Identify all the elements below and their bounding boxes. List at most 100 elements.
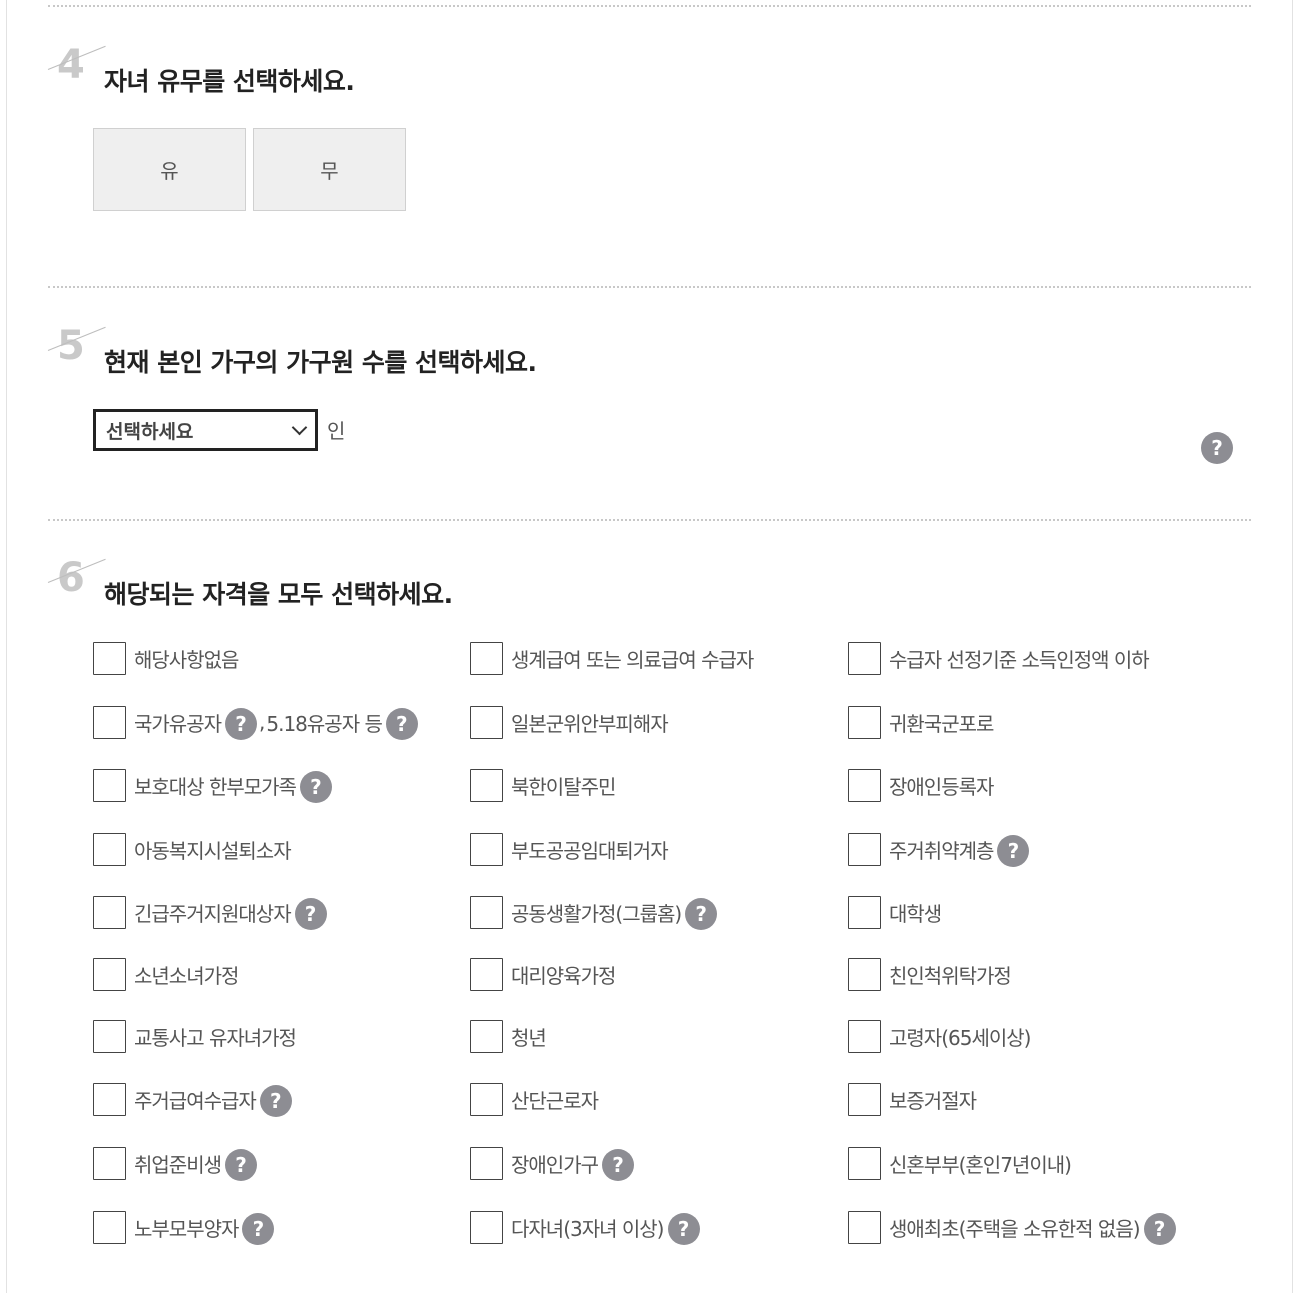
checkbox-label: 생애최초(주택을 소유한적 없음) xyxy=(889,1216,1141,1241)
qualification-none[interactable]: 해당사항없음 xyxy=(93,641,239,675)
checkbox[interactable] xyxy=(470,1146,503,1180)
help-icon[interactable]: ? xyxy=(242,1213,275,1245)
checkbox[interactable] xyxy=(470,1082,503,1116)
help-icon[interactable]: ? xyxy=(294,898,327,930)
qualification-multi-child[interactable]: 다자녀(3자녀 이상) ? xyxy=(470,1210,700,1245)
question-6-title: 해당되는 자격을 모두 선택하세요. xyxy=(104,580,453,609)
help-icon[interactable]: ? xyxy=(1143,1213,1176,1245)
qualification-group-home[interactable]: 공동생활가정(그룹홈) ? xyxy=(470,895,718,930)
question-number: 5 xyxy=(57,323,85,369)
checkbox[interactable] xyxy=(470,895,503,929)
household-size-select[interactable]: 선택하세요 xyxy=(93,409,318,451)
checkbox-label: 보증거절자 xyxy=(889,1088,977,1113)
qualification-industrial-worker[interactable]: 산단근로자 xyxy=(470,1082,599,1116)
section-divider xyxy=(48,286,1251,288)
qualification-job-seeker[interactable]: 취업준비생 ? xyxy=(93,1146,257,1181)
checkbox[interactable] xyxy=(470,1210,503,1244)
help-icon[interactable]: ? xyxy=(385,708,418,740)
qualification-single-parent[interactable]: 보호대상 한부모가족 ? xyxy=(93,768,332,803)
qualification-national-merit[interactable]: 국가유공자 ? , 5.18유공자 등 ? xyxy=(93,705,418,740)
checkbox[interactable] xyxy=(93,641,126,675)
checkbox[interactable] xyxy=(93,1019,126,1053)
checkbox-label: 주거취약계층 xyxy=(889,838,994,863)
household-help-icon[interactable]: ? xyxy=(1201,432,1233,464)
checkbox[interactable] xyxy=(848,641,881,675)
checkbox[interactable] xyxy=(848,957,881,991)
qualification-emergency-housing[interactable]: 긴급주거지원대상자 ? xyxy=(93,895,327,930)
children-yes-button[interactable]: 유 xyxy=(93,128,246,211)
qualification-child-headed-household[interactable]: 소년소녀가정 xyxy=(93,957,239,991)
help-icon[interactable]: ? xyxy=(667,1213,700,1245)
checkbox[interactable] xyxy=(848,1019,881,1053)
qualification-disabled-household[interactable]: 장애인가구 ? xyxy=(470,1146,634,1181)
qualification-senior[interactable]: 고령자(65세이상) xyxy=(848,1019,1031,1053)
checkbox[interactable] xyxy=(848,1210,881,1244)
checkbox[interactable] xyxy=(848,895,881,929)
qualification-guarantee-rejected[interactable]: 보증거절자 xyxy=(848,1082,977,1116)
help-icon[interactable]: ? xyxy=(602,1149,634,1181)
checkbox-label: 대학생 xyxy=(889,901,942,926)
checkbox[interactable] xyxy=(848,768,881,802)
checkbox-label: 소년소녀가정 xyxy=(134,963,239,988)
qualification-north-korean-defector[interactable]: 북한이탈주민 xyxy=(470,768,616,802)
help-icon[interactable]: ? xyxy=(225,708,257,740)
help-icon[interactable]: ? xyxy=(997,835,1030,867)
qualification-registered-disabled[interactable]: 장애인등록자 xyxy=(848,768,994,802)
checkbox[interactable] xyxy=(470,705,503,739)
checkbox[interactable] xyxy=(848,1082,881,1116)
checkbox-label: 교통사고 유자녀가정 xyxy=(134,1025,297,1050)
question-4-number: 4 xyxy=(47,42,108,93)
qualification-livelihood-benefit[interactable]: 생계급여 또는 의료급여 수급자 xyxy=(470,641,754,675)
checkbox[interactable] xyxy=(93,1146,126,1180)
checkbox-label: 국가유공자 xyxy=(134,711,222,736)
qualification-elderly-parent-support[interactable]: 노부모부양자 ? xyxy=(93,1210,275,1245)
checkbox-label: 보호대상 한부모가족 xyxy=(134,774,297,799)
qualification-surrogate-parenting[interactable]: 대리양육가정 xyxy=(470,957,616,991)
help-icon[interactable]: ? xyxy=(685,898,718,930)
checkbox[interactable] xyxy=(470,641,503,675)
checkbox-label: 다자녀(3자녀 이상) xyxy=(511,1216,664,1241)
checkbox[interactable] xyxy=(93,768,126,802)
checkbox[interactable] xyxy=(470,768,503,802)
qualification-housing-vulnerable[interactable]: 주거취약계층 ? xyxy=(848,832,1030,867)
checkbox-label: 고령자(65세이상) xyxy=(889,1025,1031,1050)
qualification-bankrupt-rental-evictee[interactable]: 부도공공임대퇴거자 xyxy=(470,832,669,866)
help-icon[interactable]: ? xyxy=(225,1149,257,1181)
question-number: 4 xyxy=(57,42,85,88)
qualification-income-below-standard[interactable]: 수급자 선정기준 소득인정액 이하 xyxy=(848,641,1150,675)
household-size-unit: 인 xyxy=(327,419,346,443)
qualification-university-student[interactable]: 대학생 xyxy=(848,895,942,929)
qualification-first-time-homebuyer[interactable]: 생애최초(주택을 소유한적 없음) ? xyxy=(848,1210,1176,1245)
checkbox-label: 장애인등록자 xyxy=(889,774,994,799)
checkbox[interactable] xyxy=(93,832,126,866)
help-icon[interactable]: ? xyxy=(299,771,332,803)
checkbox[interactable] xyxy=(93,1210,126,1244)
checkbox[interactable] xyxy=(93,705,126,739)
qualification-comfort-women-victim[interactable]: 일본군위안부피해자 xyxy=(470,705,669,739)
qualification-newlyweds[interactable]: 신혼부부(혼인7년이내) xyxy=(848,1146,1072,1180)
help-icon[interactable]: ? xyxy=(259,1085,292,1117)
checkbox[interactable] xyxy=(848,832,881,866)
checkbox[interactable] xyxy=(470,1019,503,1053)
checkbox-label: 대리양육가정 xyxy=(511,963,616,988)
qualification-youth[interactable]: 청년 xyxy=(470,1019,547,1053)
checkbox-label: 일본군위안부피해자 xyxy=(511,711,669,736)
checkbox-label: 아동복지시설퇴소자 xyxy=(134,838,292,863)
checkbox[interactable] xyxy=(93,895,126,929)
checkbox[interactable] xyxy=(848,705,881,739)
children-no-button[interactable]: 무 xyxy=(253,128,406,211)
checkbox[interactable] xyxy=(848,1146,881,1180)
checkbox-label: 취업준비생 xyxy=(134,1152,222,1177)
checkbox[interactable] xyxy=(470,832,503,866)
qualification-returned-pow[interactable]: 귀환국군포로 xyxy=(848,705,994,739)
checkbox-label: 북한이탈주민 xyxy=(511,774,616,799)
section-divider xyxy=(48,5,1251,7)
checkbox[interactable] xyxy=(470,957,503,991)
checkbox[interactable] xyxy=(93,1082,126,1116)
qualification-traffic-orphan[interactable]: 교통사고 유자녀가정 xyxy=(93,1019,297,1053)
qualification-housing-benefit[interactable]: 주거급여수급자 ? xyxy=(93,1082,292,1117)
checkbox-label: 청년 xyxy=(511,1025,547,1050)
qualification-child-welfare-leaver[interactable]: 아동복지시설퇴소자 xyxy=(93,832,292,866)
checkbox[interactable] xyxy=(93,957,126,991)
qualification-kinship-foster[interactable]: 친인척위탁가정 xyxy=(848,957,1012,991)
